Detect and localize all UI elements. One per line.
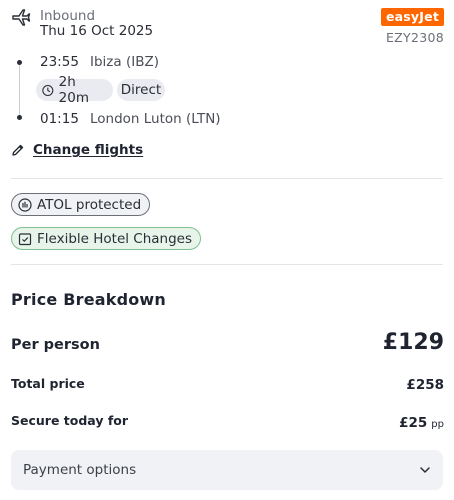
flight-number: EZY2308 [385, 30, 444, 45]
per-person-suffix: pp [431, 419, 444, 430]
payment-options-label: Payment options [23, 462, 137, 478]
payment-options-dropdown[interactable]: Payment options [11, 450, 443, 490]
clock-icon [42, 84, 54, 96]
calendar-check-icon [18, 232, 32, 245]
departure-time: 23:55 [40, 54, 79, 70]
divider [11, 178, 443, 179]
divider [11, 264, 443, 265]
duration-chip: 2h 20m [36, 74, 113, 106]
per-person-price: £129 [382, 330, 444, 355]
secure-today-label: Secure today for [11, 413, 129, 428]
timeline-line [19, 62, 20, 118]
secure-today-amount: £25 [399, 415, 428, 431]
flight-date: Thu 16 Oct 2025 [40, 23, 154, 39]
atol-icon [18, 197, 32, 212]
flexible-hotel-label: Flexible Hotel Changes [37, 230, 193, 247]
departure-dot [17, 60, 22, 65]
per-person-label: Per person [11, 337, 100, 353]
secure-today-price: £25 pp [399, 415, 444, 431]
change-flights-label: Change flights [33, 142, 144, 158]
flight-direction: Inbound [40, 8, 96, 24]
flexible-hotel-badge: Flexible Hotel Changes [11, 227, 202, 250]
plane-landing-icon [12, 9, 31, 26]
arrival-dot [17, 115, 22, 120]
departure-airport: Ibiza (IBZ) [90, 54, 159, 70]
arrival-airport: London Luton (LTN) [90, 111, 221, 127]
total-price-label: Total price [11, 376, 85, 391]
change-flights-link[interactable]: Change flights [11, 142, 143, 158]
atol-badge: ATOL protected [11, 193, 151, 216]
atol-label: ATOL protected [37, 196, 142, 213]
airline-logo: easyJet [381, 8, 444, 26]
price-breakdown-title: Price Breakdown [11, 290, 166, 309]
pencil-icon [12, 144, 24, 156]
arrival-time: 01:15 [40, 111, 79, 127]
total-price-value: £258 [406, 377, 444, 393]
stops-chip: Direct [117, 79, 165, 101]
duration-text: 2h 20m [58, 74, 89, 106]
chevron-down-icon [420, 467, 430, 473]
